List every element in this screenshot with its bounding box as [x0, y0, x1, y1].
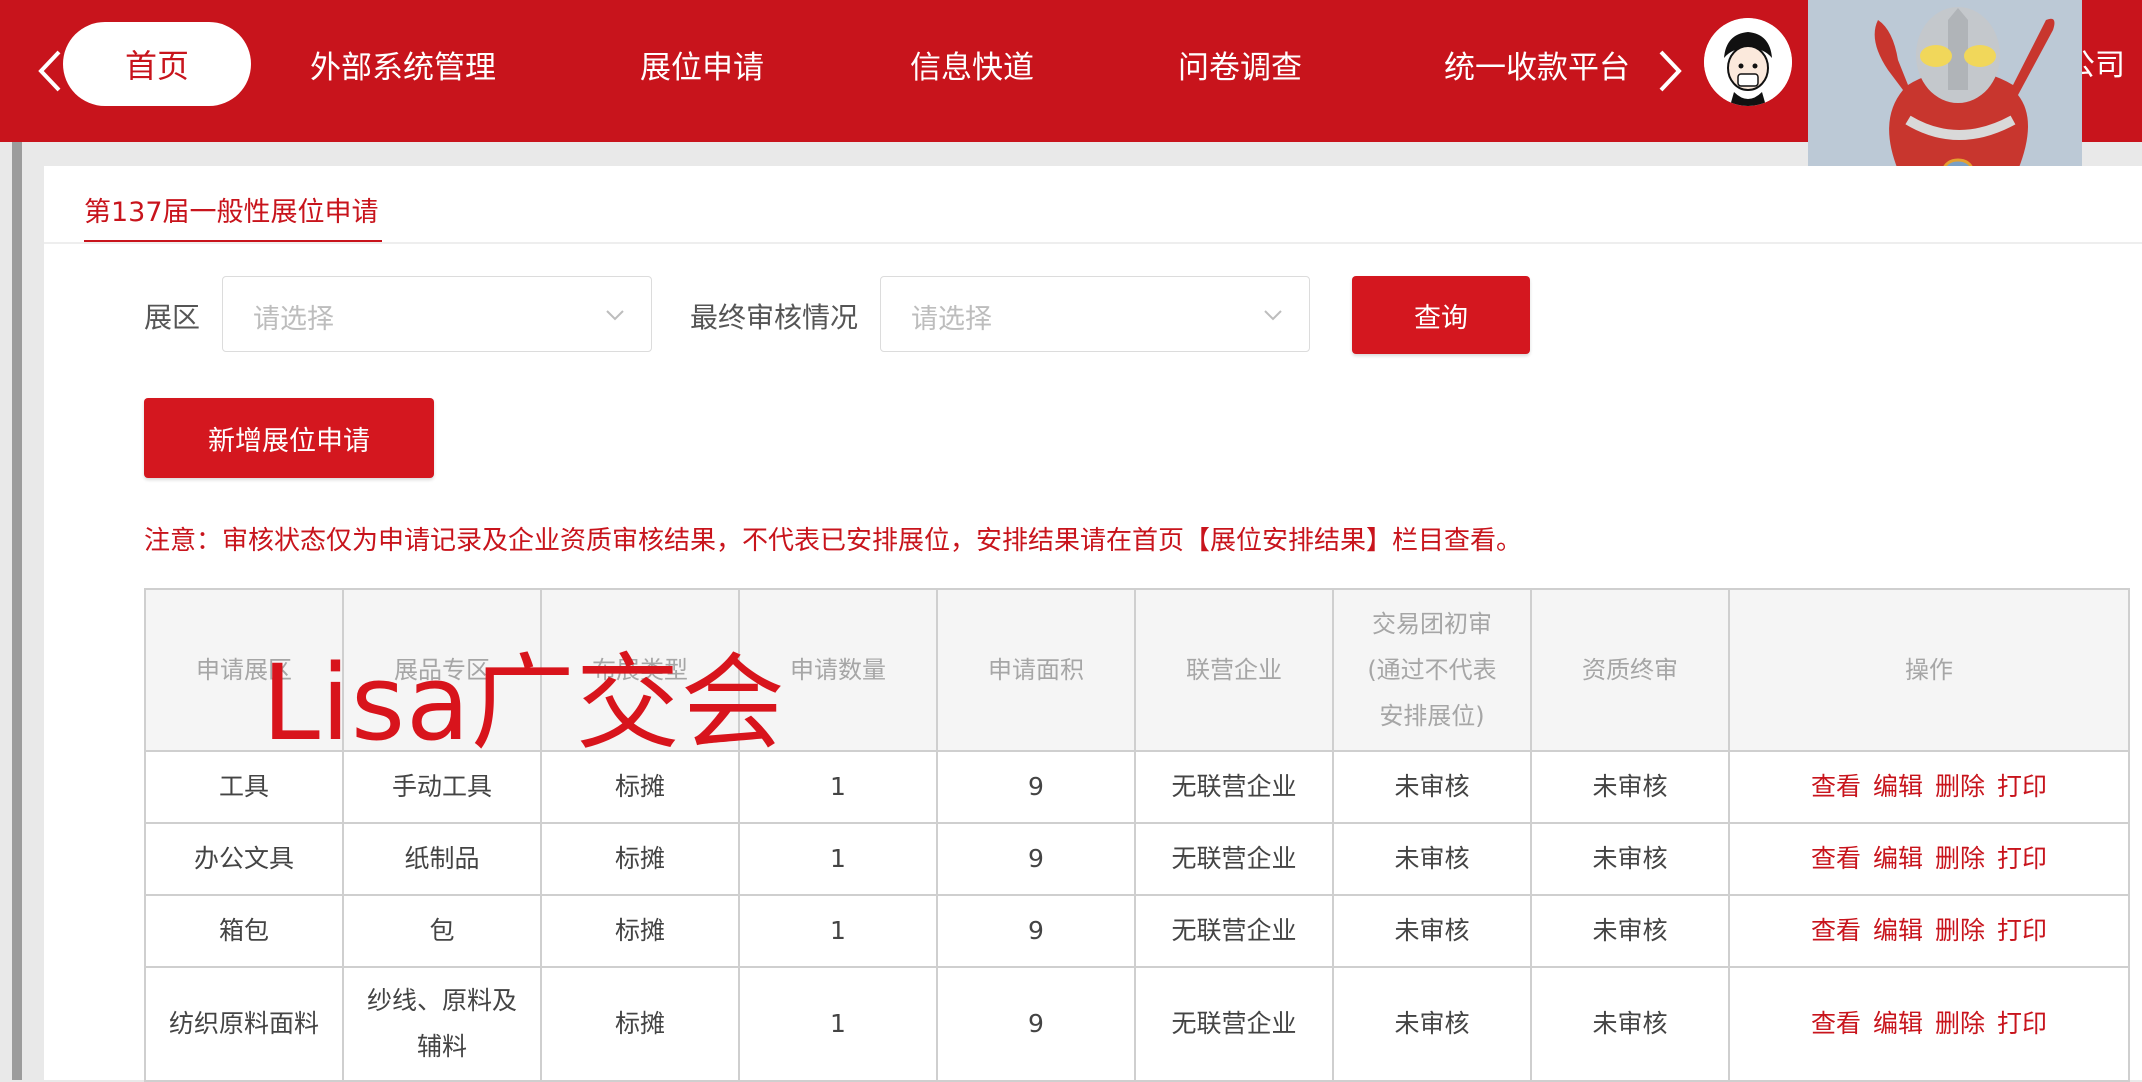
- cell-special: 纸制品: [342, 822, 542, 896]
- notice-text: 注意：审核状态仅为申请记录及企业资质审核结果，不代表已安排展位，安排结果请在首页…: [144, 526, 1523, 556]
- cell-final-review: 未审核: [1530, 750, 1730, 824]
- cell-special: 包: [342, 894, 542, 968]
- nav-item-external-systems[interactable]: 外部系统管理: [310, 22, 496, 106]
- col-header-actions: 操作: [1728, 588, 2130, 752]
- delete-link[interactable]: 删除: [1935, 1009, 1985, 1038]
- col-header-initial-review-line: 交易团初审: [1372, 610, 1492, 638]
- edit-link[interactable]: 编辑: [1873, 916, 1923, 945]
- review-select-placeholder: 请选择: [911, 304, 992, 335]
- col-header-partner: 联营企业: [1134, 588, 1334, 752]
- cell-initial-review: 未审核: [1332, 822, 1532, 896]
- cell-area: 9: [936, 966, 1136, 1082]
- table-row: 办公文具 纸制品 标摊 1 9 无联营企业 未审核 未审核 查看 编辑 删除 打印: [144, 822, 2130, 896]
- cell-final-review: 未审核: [1530, 894, 1730, 968]
- cell-special: 纱线、原料及 辅料: [342, 966, 542, 1082]
- edit-link[interactable]: 编辑: [1873, 844, 1923, 873]
- cell-qty: 1: [738, 894, 938, 968]
- col-header-area: 申请面积: [936, 588, 1136, 752]
- watermark-text: Lisa广交会: [262, 642, 786, 764]
- cell-partner: 无联营企业: [1134, 966, 1334, 1082]
- cell-area: 9: [936, 822, 1136, 896]
- col-header-initial-review: 交易团初审 (通过不代表 安排展位): [1332, 588, 1532, 752]
- table-row: 箱包 包 标摊 1 9 无联营企业 未审核 未审核 查看 编辑 删除 打印: [144, 894, 2130, 968]
- print-link[interactable]: 打印: [1997, 916, 2047, 945]
- print-link[interactable]: 打印: [1997, 1009, 2047, 1038]
- col-header-initial-review-line: 安排展位): [1379, 702, 1485, 730]
- nav-item-payment-platform[interactable]: 统一收款平台: [1444, 22, 1630, 106]
- cell-special-line: 辅料: [416, 1032, 467, 1061]
- chevron-down-icon: [606, 310, 624, 321]
- cell-area: 9: [936, 750, 1136, 824]
- cell-final-review: 未审核: [1530, 822, 1730, 896]
- query-button[interactable]: 查询: [1352, 276, 1530, 354]
- avatar[interactable]: [1704, 18, 1792, 106]
- cell-actions: 查看 编辑 删除 打印: [1728, 750, 2130, 824]
- review-select[interactable]: 请选择: [880, 276, 1310, 352]
- add-booth-application-button[interactable]: 新增展位申请: [144, 398, 434, 478]
- view-link[interactable]: 查看: [1811, 772, 1861, 801]
- chevron-down-icon: [1264, 310, 1282, 321]
- cell-type: 标摊: [540, 822, 740, 896]
- zone-filter-label: 展区: [144, 301, 201, 334]
- nav-item-info-express[interactable]: 信息快道: [910, 22, 1034, 106]
- nav-next-button[interactable]: [1650, 0, 1690, 142]
- cell-final-review: 未审核: [1530, 966, 1730, 1082]
- edit-link[interactable]: 编辑: [1873, 1009, 1923, 1038]
- cell-initial-review: 未审核: [1332, 750, 1532, 824]
- cell-initial-review: 未审核: [1332, 966, 1532, 1082]
- view-link[interactable]: 查看: [1811, 916, 1861, 945]
- delete-link[interactable]: 删除: [1935, 844, 1985, 873]
- delete-link[interactable]: 删除: [1935, 916, 1985, 945]
- cell-zone: 箱包: [144, 894, 344, 968]
- cell-qty: 1: [738, 822, 938, 896]
- nav-item-home[interactable]: 首页: [63, 22, 251, 106]
- chevron-right-icon: [1659, 50, 1682, 92]
- chevron-left-icon: [38, 50, 61, 92]
- table-row: 纺织原料面料 纱线、原料及 辅料 标摊 1 9 无联营企业 未审核 未审核 查看…: [144, 966, 2130, 1082]
- cell-type: 标摊: [540, 894, 740, 968]
- edit-link[interactable]: 编辑: [1873, 772, 1923, 801]
- cell-initial-review: 未审核: [1332, 894, 1532, 968]
- cell-qty: 1: [738, 966, 938, 1082]
- view-link[interactable]: 查看: [1811, 844, 1861, 873]
- cell-actions: 查看 编辑 删除 打印: [1728, 966, 2130, 1082]
- cell-special-line: 纱线、原料及: [366, 986, 517, 1015]
- cell-partner: 无联营企业: [1134, 822, 1334, 896]
- nav-item-booth-application[interactable]: 展位申请: [640, 22, 764, 106]
- cell-type: 标摊: [540, 966, 740, 1082]
- cell-partner: 无联营企业: [1134, 894, 1334, 968]
- print-link[interactable]: 打印: [1997, 772, 2047, 801]
- delete-link[interactable]: 删除: [1935, 772, 1985, 801]
- tab-divider: [44, 242, 2142, 244]
- cell-partner: 无联营企业: [1134, 750, 1334, 824]
- cell-zone: 办公文具: [144, 822, 344, 896]
- left-scroll-bar: [12, 142, 22, 1080]
- cell-actions: 查看 编辑 删除 打印: [1728, 894, 2130, 968]
- zone-select-placeholder: 请选择: [253, 304, 334, 335]
- cell-zone: 纺织原料面料: [144, 966, 344, 1082]
- cell-actions: 查看 编辑 删除 打印: [1728, 822, 2130, 896]
- col-header-final-review: 资质终审: [1530, 588, 1730, 752]
- avatar-image: [1704, 18, 1792, 106]
- col-header-initial-review-line: (通过不代表: [1367, 656, 1497, 684]
- nav-item-survey[interactable]: 问卷调查: [1178, 22, 1302, 106]
- view-link[interactable]: 查看: [1811, 1009, 1861, 1038]
- tab-booth-application[interactable]: 第137届一般性展位申请: [84, 190, 379, 229]
- zone-select[interactable]: 请选择: [222, 276, 652, 352]
- cell-area: 9: [936, 894, 1136, 968]
- review-filter-label: 最终审核情况: [690, 301, 859, 334]
- print-link[interactable]: 打印: [1997, 844, 2047, 873]
